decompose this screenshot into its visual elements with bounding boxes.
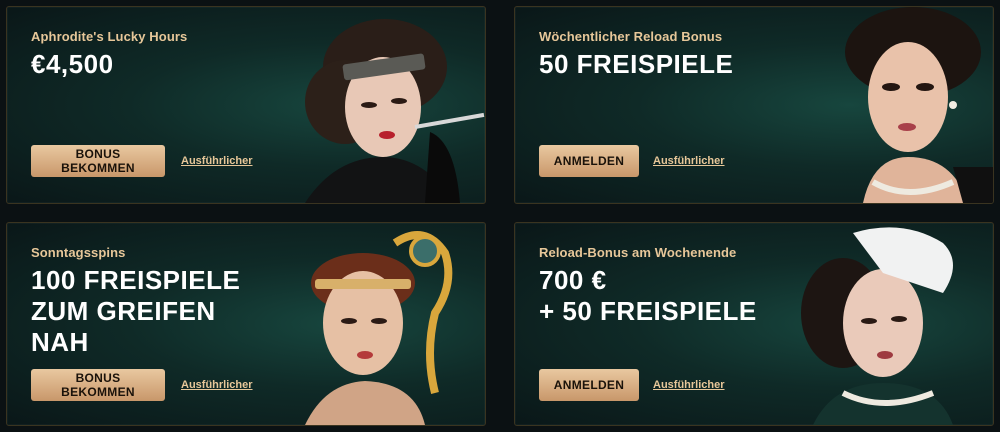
more-info-link[interactable]: Ausführlicher	[653, 155, 725, 167]
woman-pearl-necklace-image	[845, 7, 993, 203]
woman-peacock-headpiece-image	[305, 231, 453, 425]
headline-line: 100 FREISPIELE	[31, 265, 241, 295]
flapper-woman-image	[305, 19, 485, 203]
headline-line: + 50 FREISPIELE	[539, 296, 757, 326]
headline-line: NAH	[31, 327, 89, 357]
card-headline: 100 FREISPIELE ZUM GREIFEN NAH	[31, 265, 240, 358]
bonus-bekommen-button[interactable]: BONUS BEKOMMEN	[31, 145, 165, 177]
more-info-link[interactable]: Ausführlicher	[653, 379, 725, 391]
headline-line: 700 €	[539, 265, 607, 295]
promo-card-lucky-hours: Aphrodite's Lucky Hours €4,500 BONUS BEK…	[6, 6, 486, 204]
promo-card-weekly-reload: Wöchentlicher Reload Bonus 50 FREISPIELE…	[514, 6, 994, 204]
woman-feather-fascinator-image	[801, 227, 953, 425]
anmelden-button[interactable]: ANMELDEN	[539, 145, 639, 177]
card-headline: 700 € + 50 FREISPIELE	[539, 265, 757, 327]
card-subtitle: Aphrodite's Lucky Hours	[31, 29, 188, 44]
card-subtitle: Reload-Bonus am Wochenende	[539, 245, 737, 260]
card-headline: €4,500	[31, 49, 114, 79]
bonus-bekommen-button[interactable]: BONUS BEKOMMEN	[31, 369, 165, 401]
promo-card-weekend-reload: Reload-Bonus am Wochenende 700 € + 50 FR…	[514, 222, 994, 426]
card-subtitle: Sonntagsspins	[31, 245, 126, 260]
promo-card-sunday-spins: Sonntagsspins 100 FREISPIELE ZUM GREIFEN…	[6, 222, 486, 426]
more-info-link[interactable]: Ausführlicher	[181, 379, 253, 391]
more-info-link[interactable]: Ausführlicher	[181, 155, 253, 167]
card-headline: 50 FREISPIELE	[539, 49, 734, 79]
anmelden-button[interactable]: ANMELDEN	[539, 369, 639, 401]
card-subtitle: Wöchentlicher Reload Bonus	[539, 29, 723, 44]
headline-line: ZUM GREIFEN	[31, 296, 216, 326]
